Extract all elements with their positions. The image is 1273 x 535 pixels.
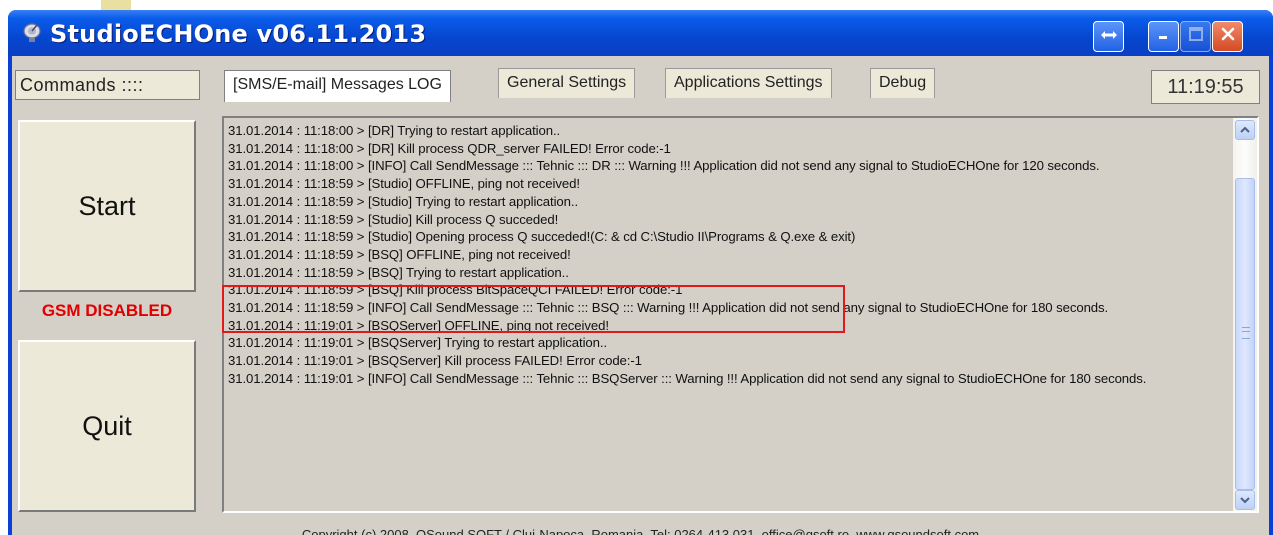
log-line: 31.01.2014 : 11:18:59 > [BSQ] Trying to … (228, 264, 569, 280)
restore-button[interactable] (1093, 21, 1124, 52)
tab-debug[interactable]: Debug (870, 68, 936, 98)
minimize-icon (1157, 27, 1171, 46)
tab-applications-settings[interactable]: Applications Settings (665, 68, 832, 98)
log-line: 31.01.2014 : 11:18:00 > [DR] Trying to r… (228, 123, 561, 138)
log-line: 31.01.2014 : 11:18:59 > [Studio] Trying … (228, 193, 579, 209)
client-area: Commands :::: [SMS/E-mail] Messages LOG … (12, 56, 1269, 535)
maximize-button[interactable] (1180, 21, 1211, 52)
log-line: 31.01.2014 : 11:19:01 > [BSQServer] Tryi… (228, 335, 608, 351)
scroll-down-button[interactable] (1235, 490, 1255, 510)
scrollbar-thumb[interactable] (1235, 178, 1255, 490)
log-line: 31.01.2014 : 11:19:01 > [INFO] Call Send… (228, 370, 1147, 386)
satellite-dish-icon (21, 21, 43, 43)
gsm-status: GSM DISABLED (41, 301, 173, 320)
window-title: StudioECHOne v06.11.2013 (50, 20, 427, 48)
tab-messages-log[interactable]: [SMS/E-mail] Messages LOG (224, 70, 451, 102)
chevron-down-icon (1240, 493, 1250, 507)
desktop-icon (101, 0, 131, 10)
log-line: 31.01.2014 : 11:18:59 > [Studio] OFFLINE… (228, 176, 580, 192)
title-bar[interactable]: StudioECHOne v06.11.2013 (8, 10, 1273, 56)
scroll-up-button[interactable] (1235, 120, 1255, 140)
log-line: 31.01.2014 : 11:18:59 > [BSQ] OFFLINE, p… (228, 246, 571, 262)
clock-display: 11:19:55 (1151, 70, 1260, 104)
log-line: 31.01.2014 : 11:18:59 > [Studio] Kill pr… (228, 211, 559, 227)
grip-icon (1242, 327, 1250, 339)
highlight-box (222, 285, 845, 333)
tab-general-settings[interactable]: General Settings (498, 68, 636, 98)
close-icon (1220, 26, 1236, 47)
resize-arrows-icon (1100, 28, 1118, 46)
quit-button[interactable]: Quit (18, 340, 196, 512)
log-line: 31.01.2014 : 11:19:01 > [BSQServer] Kill… (228, 353, 642, 369)
chevron-up-icon (1240, 123, 1250, 137)
log-line: 31.01.2014 : 11:18:00 > [INFO] Call Send… (228, 158, 1100, 174)
log-line: 31.01.2014 : 11:18:59 > [Studio] Opening… (228, 229, 856, 245)
maximize-icon (1188, 26, 1204, 47)
close-button[interactable] (1212, 21, 1243, 52)
footer-copyright: Copyright (c) 2008, QSound SOFT / Cluj-N… (301, 527, 980, 535)
start-button[interactable]: Start (18, 120, 196, 292)
commands-label: Commands :::: (15, 70, 200, 100)
app-window: StudioECHOne v06.11.2013 Commands :::: [… (8, 10, 1273, 535)
log-line: 31.01.2014 : 11:18:00 > [DR] Kill proces… (228, 140, 671, 156)
vertical-scrollbar[interactable] (1233, 118, 1257, 511)
minimize-button[interactable] (1148, 21, 1179, 52)
log-lines: 31.01.2014 : 11:18:00 > [DR] Trying to r… (228, 122, 1224, 388)
